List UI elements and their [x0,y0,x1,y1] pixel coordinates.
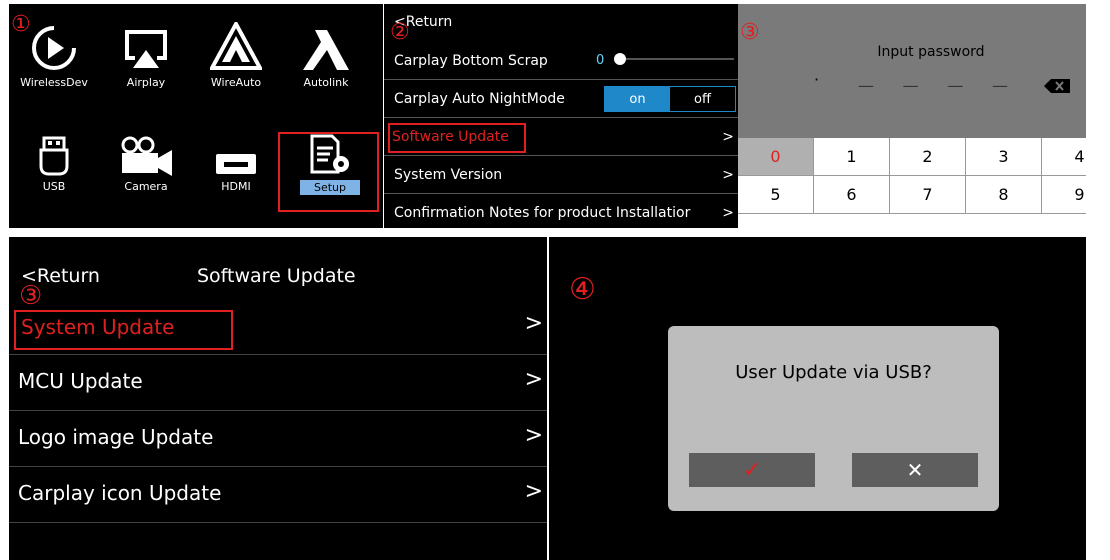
chevron-right-icon: > [722,205,734,221]
password-header: ③ Input password · — — — — [738,4,1086,138]
marker-2: ② [390,20,410,45]
app-label: Airplay [126,76,166,89]
key-6[interactable]: 6 [814,176,890,214]
setting-confirmation-notes[interactable]: Confirmation Notes for product Installat… [384,194,738,228]
chevron-right-icon: > [722,128,734,145]
highlight-box [388,123,526,153]
autolink-icon [281,18,371,72]
list-item-logo-update[interactable]: Logo image Update > [9,411,547,467]
list-item-carplay-icon-update[interactable]: Carplay icon Update > [9,467,547,523]
password-dot: · [814,70,820,89]
key-7[interactable]: 7 [890,176,966,214]
key-8[interactable]: 8 [966,176,1042,214]
slider-track[interactable] [620,58,734,60]
setting-bottom-scrap: Carplay Bottom Scrap 0 [384,42,738,80]
check-icon: ✓ [742,457,762,483]
confirm-dialog: User Update via USB? ✓ ✕ [668,326,999,511]
setting-system-version[interactable]: System Version > [384,156,738,194]
video-camera-icon [101,132,191,176]
app-usb[interactable]: USB [9,132,99,193]
airplay-icon [101,18,191,72]
dialog-message: User Update via USB? [735,362,932,383]
toggle-on[interactable]: on [605,87,670,111]
app-label: USB [42,180,66,193]
marker-1: ① [11,12,31,37]
confirm-button[interactable]: ✓ [689,453,815,487]
settings-screen: ② <Return Carplay Bottom Scrap 0 Carplay… [384,4,738,228]
night-mode-toggle[interactable]: on off [604,86,736,112]
key-9[interactable]: 9 [1042,176,1086,214]
password-title: Input password [877,44,985,60]
app-label: Camera [124,180,168,193]
key-4[interactable]: 4 [1042,138,1086,176]
usb-icon [9,132,99,176]
app-camera[interactable]: Camera [101,132,191,193]
list-item-mcu-update[interactable]: MCU Update > [9,355,547,411]
android-auto-icon [191,18,281,72]
marker-3: ③ [740,20,760,45]
chevron-right-icon: > [524,367,543,392]
app-label: WireAuto [210,76,262,89]
chevron-right-icon: > [524,311,543,336]
chevron-right-icon: > [722,166,734,183]
page-title: Software Update [197,265,356,287]
key-0[interactable]: 0 [738,138,814,176]
key-2[interactable]: 2 [890,138,966,176]
marker-4: ④ [569,272,596,307]
password-screen: ③ Input password · — — — — 0 1 2 3 4 5 6… [738,4,1086,232]
app-hdmi[interactable]: HDMI [191,132,281,193]
hdmi-icon [191,132,281,176]
key-1[interactable]: 1 [814,138,890,176]
setting-night-mode: Carplay Auto NightMode on off [384,80,738,118]
home-screen: ① WirelessDev Airplay WireAuto Autolink … [9,4,383,228]
app-autolink[interactable]: Autolink [281,18,371,89]
app-wireauto[interactable]: WireAuto [191,18,281,89]
update-dialog-screen: ④ User Update via USB? ✓ ✕ [549,237,1086,560]
chevron-right-icon: > [524,479,543,504]
app-airplay[interactable]: Airplay [101,18,191,89]
toggle-off[interactable]: off [670,87,735,111]
marker-3-second: ③ [19,281,43,311]
close-icon: ✕ [906,458,924,482]
password-slots: — — — — [858,76,1008,95]
key-5[interactable]: 5 [738,176,814,214]
app-label: Autolink [303,76,349,89]
backspace-icon[interactable] [1044,78,1070,97]
highlight-box [14,310,233,350]
app-label: HDMI [221,180,251,193]
cancel-button[interactable]: ✕ [852,453,978,487]
key-3[interactable]: 3 [966,138,1042,176]
slider-thumb[interactable] [614,53,626,65]
software-update-screen: ③ <Return Software Update System Update … [9,237,547,560]
chevron-right-icon: > [524,423,543,448]
highlight-box [278,132,379,212]
slider-value: 0 [596,53,605,68]
app-label: WirelessDev [20,76,88,89]
